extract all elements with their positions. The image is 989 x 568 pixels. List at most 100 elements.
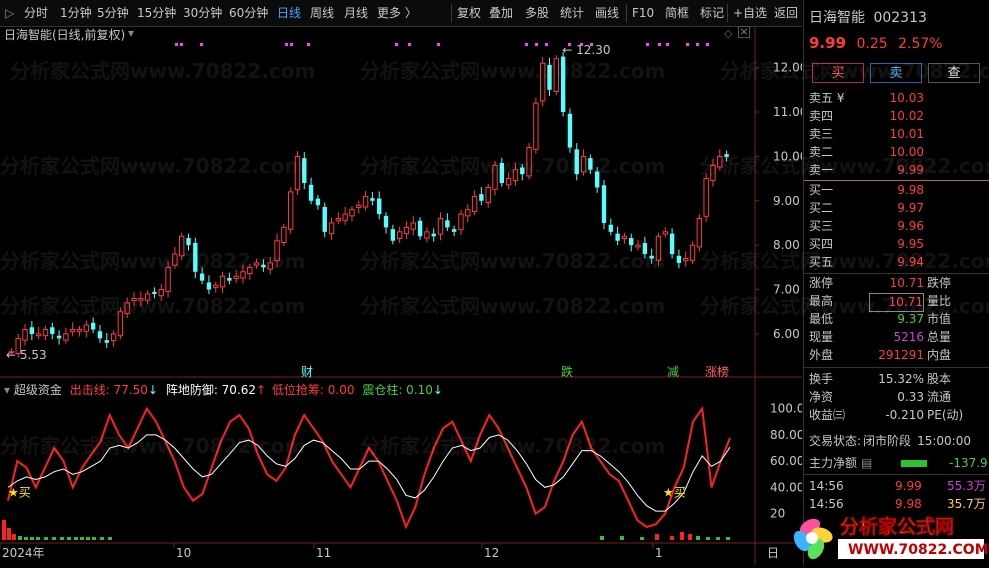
candle[interactable] (588, 154, 593, 175)
candle[interactable] (35, 326, 42, 340)
candle[interactable] (431, 228, 436, 242)
candle[interactable] (594, 167, 600, 193)
candle[interactable] (560, 52, 566, 117)
candle[interactable] (410, 215, 416, 236)
candle[interactable] (83, 320, 90, 338)
candle[interactable] (322, 202, 327, 238)
candle[interactable] (533, 97, 539, 154)
candle[interactable] (621, 232, 628, 244)
candle[interactable] (485, 183, 491, 208)
toolbar-item-17[interactable]: 标记 (700, 5, 724, 21)
toolbar-item-1[interactable]: 1分钟 (60, 5, 92, 21)
candle[interactable] (124, 297, 130, 318)
candle[interactable] (717, 149, 723, 171)
candle[interactable] (308, 177, 314, 205)
candle[interactable] (662, 227, 668, 238)
candle[interactable] (219, 271, 226, 294)
event-marker[interactable]: 涨榜 (705, 364, 729, 379)
candle[interactable] (608, 218, 614, 236)
toolbar-item-14[interactable]: 画线 (595, 5, 619, 21)
candle[interactable] (547, 57, 552, 97)
candle[interactable] (328, 217, 335, 240)
close-icon[interactable]: × (738, 26, 750, 38)
chevron-icon[interactable]: ▾ (4, 383, 10, 397)
candle[interactable] (247, 263, 253, 280)
diamond-icon[interactable]: ◇ (724, 27, 732, 40)
candle[interactable] (63, 327, 69, 344)
candle[interactable] (526, 143, 532, 180)
candle[interactable] (629, 233, 634, 252)
candle[interactable] (172, 246, 178, 269)
candle[interactable] (227, 272, 232, 285)
candle[interactable] (362, 191, 369, 211)
event-marker[interactable]: 财 (301, 365, 313, 379)
candle[interactable] (29, 321, 35, 341)
toolbar-item-16[interactable]: 简框 (665, 5, 689, 21)
candle[interactable] (683, 251, 689, 267)
candle[interactable] (117, 307, 124, 340)
candle[interactable] (240, 264, 246, 284)
candle[interactable] (669, 228, 675, 259)
candle[interactable] (512, 162, 519, 186)
candle[interactable] (22, 324, 28, 346)
toolbar-item-2[interactable]: 5分钟 (97, 5, 129, 21)
candle[interactable] (206, 275, 212, 294)
buy-button[interactable]: 买 (812, 63, 864, 83)
candle[interactable] (315, 195, 321, 210)
candle[interactable] (335, 212, 342, 225)
candle[interactable] (50, 322, 55, 340)
toolbar-item-9[interactable]: 更多 〉 (377, 5, 417, 21)
candle[interactable] (158, 284, 164, 302)
toolbar-item-19[interactable]: 返回 (774, 5, 798, 21)
candle[interactable] (178, 232, 185, 261)
candle[interactable] (131, 292, 137, 306)
toolbar-item-0[interactable]: 分时 (24, 5, 48, 21)
toolbar-item-11[interactable]: 叠加 (489, 5, 513, 21)
candle[interactable] (649, 248, 654, 264)
candle[interactable] (370, 191, 375, 206)
candle[interactable] (349, 206, 355, 222)
candle[interactable] (396, 226, 403, 243)
candle[interactable] (42, 325, 49, 341)
candle[interactable] (574, 143, 579, 181)
toolbar-item-7[interactable]: 周线 (310, 5, 334, 21)
chevron-down-icon[interactable]: ▾ (128, 26, 134, 40)
candle[interactable] (567, 108, 573, 153)
candle[interactable] (676, 249, 682, 269)
candle[interactable] (520, 163, 525, 181)
buy-signal-marker[interactable]: ★买 (8, 486, 31, 500)
candle[interactable] (403, 221, 410, 239)
kline-chart-svg[interactable]: 12.0011.0010.009.008.007.006.00← 12.30← … (0, 27, 802, 565)
candle[interactable] (635, 239, 641, 251)
sell-button[interactable]: 卖 (870, 63, 922, 83)
candle[interactable] (655, 232, 662, 267)
candle[interactable] (445, 213, 450, 231)
candle[interactable] (710, 159, 716, 187)
candle[interactable] (553, 55, 560, 96)
play-icon[interactable]: ▷ (5, 5, 14, 21)
candle[interactable] (417, 217, 423, 240)
candle[interactable] (689, 241, 696, 264)
toolbar-item-6[interactable]: 日线 (277, 5, 301, 21)
candle[interactable] (213, 281, 219, 293)
candle[interactable] (724, 150, 729, 162)
candle[interactable] (302, 151, 307, 190)
candle[interactable] (377, 191, 382, 220)
candle[interactable] (383, 212, 389, 234)
buy-signal-marker[interactable]: ★买 (663, 486, 686, 500)
candle[interactable] (110, 330, 117, 347)
candle[interactable] (642, 236, 648, 259)
candle[interactable] (471, 190, 478, 215)
candle[interactable] (70, 322, 76, 337)
candle[interactable] (152, 287, 157, 299)
event-marker[interactable]: 减 (667, 365, 679, 379)
candle[interactable] (97, 325, 103, 343)
toolbar-item-5[interactable]: 60分钟 (229, 5, 268, 21)
candle[interactable] (458, 209, 464, 235)
candle[interactable] (287, 187, 294, 234)
toolbar-item-10[interactable]: 复权 (457, 5, 481, 21)
candle[interactable] (479, 187, 484, 206)
toolbar-item-12[interactable]: 多股 (525, 5, 549, 21)
candle[interactable] (356, 200, 362, 214)
candle[interactable] (261, 259, 266, 272)
